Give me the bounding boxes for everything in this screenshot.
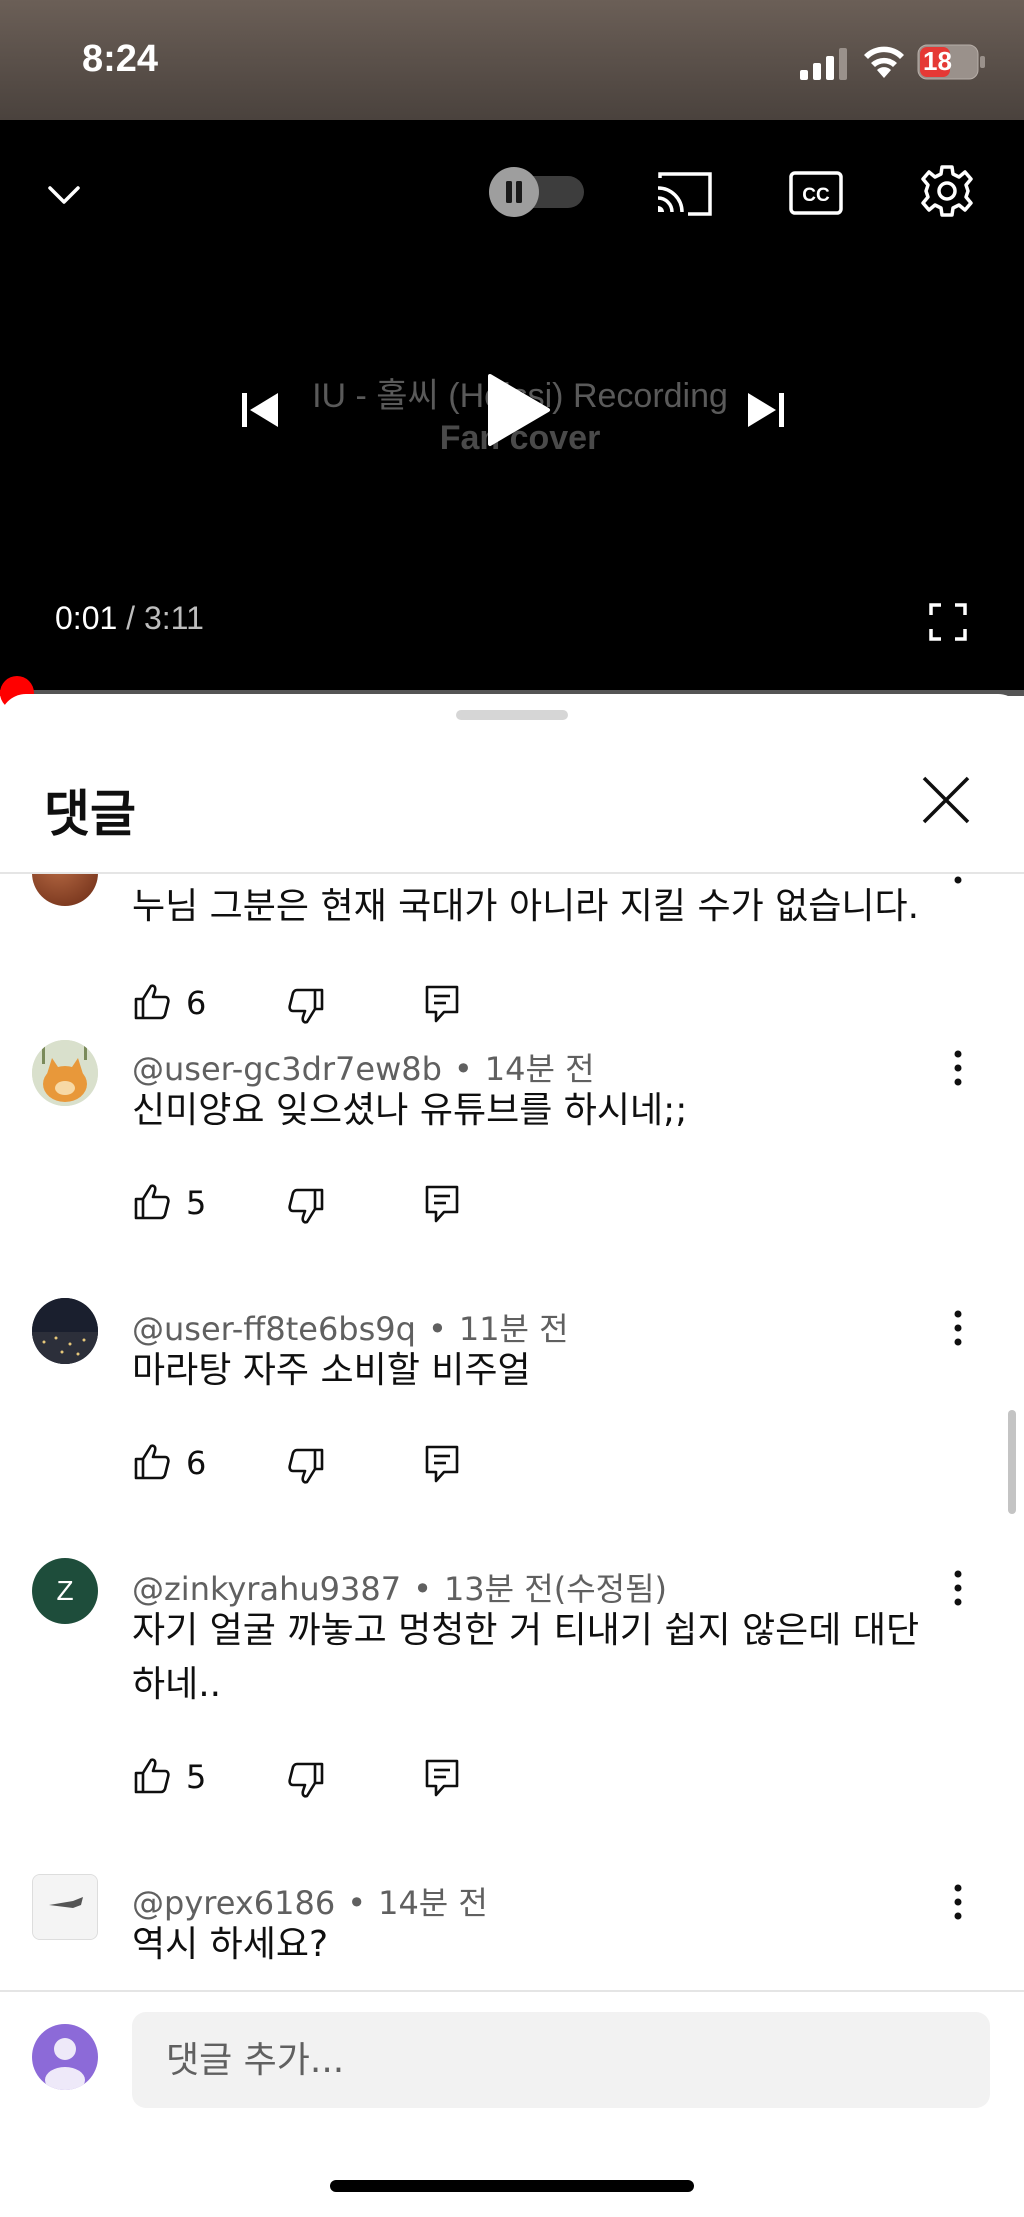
- like-count: 6: [186, 1444, 207, 1482]
- user-avatar[interactable]: [32, 1298, 98, 1364]
- meta-separator: •: [413, 1570, 432, 1608]
- user-avatar[interactable]: Z: [32, 1558, 98, 1624]
- fullscreen-icon[interactable]: [928, 602, 968, 642]
- total-time: 3:11: [143, 600, 204, 636]
- like-icon[interactable]: [132, 982, 172, 1022]
- scroll-indicator[interactable]: [1008, 1410, 1016, 1514]
- user-avatar[interactable]: [32, 874, 98, 906]
- footer-divider: [0, 1990, 1024, 1992]
- dislike-icon[interactable]: [286, 1186, 326, 1226]
- comment-actions: 6: [132, 982, 532, 1032]
- svg-text:CC: CC: [802, 185, 830, 206]
- play-icon[interactable]: [482, 372, 552, 448]
- comment-text: 신미양요 잊으셨나 유튜브를 하시네;;: [132, 1090, 688, 1131]
- close-icon[interactable]: [918, 772, 974, 828]
- default-user-icon: [45, 2038, 85, 2090]
- comment-actions: 6: [132, 1442, 532, 1492]
- dislike-icon[interactable]: [286, 1446, 326, 1486]
- comment-author[interactable]: @user-gc3dr7ew8b: [132, 1050, 442, 1088]
- cellular-signal-icon: [800, 48, 847, 80]
- drag-handle[interactable]: [456, 710, 568, 720]
- add-comment-input[interactable]: [132, 2012, 990, 2108]
- battery-indicator: 18: [917, 44, 987, 80]
- dislike-icon[interactable]: [286, 1760, 326, 1800]
- meta-separator: •: [427, 1310, 447, 1348]
- previous-icon[interactable]: [236, 385, 286, 435]
- home-indicator[interactable]: [330, 2180, 694, 2192]
- settings-gear-icon[interactable]: [918, 162, 976, 220]
- autoplay-toggle[interactable]: [488, 166, 588, 218]
- like-icon[interactable]: [132, 1442, 172, 1482]
- wifi-icon: [864, 46, 904, 78]
- status-bar: 8:24 18: [0, 0, 1024, 120]
- comment-list[interactable]: 누님 그분은 현재 국대가 아니라 지킬 수가 없습니다. 6 @user-gc…: [0, 874, 1024, 2048]
- comment-text: 역시 하세요?: [132, 1924, 329, 1965]
- dislike-icon[interactable]: [286, 986, 326, 1026]
- meta-separator: •: [453, 1050, 473, 1088]
- shark-avatar-icon: [33, 1875, 97, 1939]
- comment-time: 11분 전: [458, 1310, 569, 1348]
- comments-panel: 댓글 누님 그분은 현재 국대가 아니라 지킬 수가 없습니다. 6 @user…: [0, 694, 1024, 2217]
- minimize-chevron-down-icon[interactable]: [42, 172, 86, 216]
- reply-icon[interactable]: [424, 1758, 460, 1798]
- cast-icon[interactable]: [654, 168, 714, 218]
- video-player[interactable]: CC IU - 홀씨 (Holssi) Recording Fan cover …: [0, 120, 1024, 694]
- user-avatar[interactable]: [32, 1874, 98, 1940]
- like-icon[interactable]: [132, 1756, 172, 1796]
- night-city-avatar-icon: [32, 1298, 98, 1364]
- meta-separator: •: [347, 1884, 367, 1922]
- time-display: 0:01 / 3:11: [55, 600, 204, 637]
- my-avatar[interactable]: [32, 2024, 98, 2090]
- comment-text: 마라탕 자주 소비할 비주얼: [132, 1350, 531, 1391]
- panel-title: 댓글: [44, 785, 136, 843]
- cat-avatar-icon: [32, 1040, 98, 1106]
- user-avatar[interactable]: [32, 1040, 98, 1106]
- current-time: 0:01: [55, 600, 118, 636]
- reply-icon[interactable]: [424, 1444, 460, 1484]
- time-separator: /: [117, 600, 144, 636]
- status-time: 8:24: [82, 38, 159, 80]
- pause-icon: [506, 181, 512, 203]
- comment-text: 누님 그분은 현재 국대가 아니라 지킬 수가 없습니다.: [132, 886, 920, 927]
- comment-time: 14분 전: [378, 1884, 488, 1922]
- comment-author[interactable]: @user-ff8te6bs9q: [132, 1310, 416, 1348]
- comment-text: 자기 얼굴 까놓고 멍청한 거 티내기 쉽지 않은데 대단하네..: [132, 1610, 920, 1705]
- comment-time: 13분 전(수정됨): [443, 1570, 667, 1608]
- like-icon[interactable]: [132, 1182, 172, 1222]
- like-count: 5: [186, 1758, 207, 1796]
- next-icon[interactable]: [740, 385, 790, 435]
- comment-actions: 5: [132, 1182, 532, 1232]
- reply-icon[interactable]: [424, 984, 460, 1024]
- comment-time: 14분 전: [484, 1050, 595, 1088]
- comment-author[interactable]: @pyrex6186: [132, 1884, 335, 1922]
- comment-actions: 5: [132, 1756, 532, 1806]
- like-count: 6: [186, 984, 207, 1022]
- reply-icon[interactable]: [424, 1184, 460, 1224]
- battery-level: 18: [923, 46, 952, 76]
- closed-captions-icon[interactable]: CC: [788, 168, 844, 218]
- comment-author[interactable]: @zinkyrahu9387: [132, 1570, 401, 1608]
- like-count: 5: [186, 1184, 207, 1222]
